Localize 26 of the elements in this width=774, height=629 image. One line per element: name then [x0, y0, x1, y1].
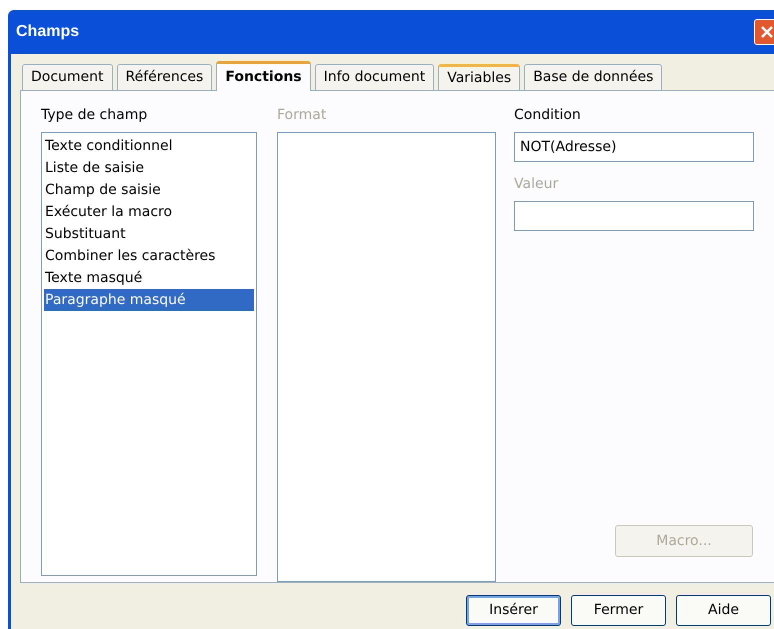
- condition-label: Condition: [514, 106, 582, 125]
- list-item[interactable]: Exécuter la macro: [44, 201, 254, 223]
- field-type-label: Type de champ: [41, 106, 148, 125]
- list-item[interactable]: Combiner les caractères: [44, 245, 254, 267]
- list-item[interactable]: Substituant: [44, 223, 254, 245]
- value-label: Valeur: [514, 175, 560, 194]
- tab[interactable]: Variables: [438, 64, 520, 90]
- condition-field[interactable]: NOT(Adresse): [514, 132, 754, 162]
- list-item[interactable]: Paragraphe masqué: [44, 289, 254, 311]
- tab[interactable]: Document: [22, 64, 113, 90]
- window-title: Champs: [16, 22, 80, 42]
- close-button[interactable]: [754, 19, 774, 45]
- dialog-button[interactable]: Insérer: [466, 595, 561, 626]
- dialog-button[interactable]: Fermer: [571, 595, 666, 626]
- list-item[interactable]: Liste de saisie: [44, 157, 254, 179]
- field-type-list[interactable]: Texte conditionnel Liste de saisie Champ de saisie Exécuter la macro Substituant Combiner les caractères Texte masqué Paragraphe masqué: [41, 132, 257, 576]
- tab[interactable]: Références: [116, 64, 212, 90]
- close-icon: [760, 25, 774, 39]
- list-item[interactable]: Texte masqué: [44, 267, 254, 289]
- tab[interactable]: Base de données: [524, 64, 662, 90]
- tab[interactable]: Info document: [314, 64, 434, 90]
- format-label: Format: [277, 106, 328, 125]
- list-item[interactable]: Texte conditionnel: [44, 135, 254, 157]
- list-item[interactable]: Champ de saisie: [44, 179, 254, 201]
- tab[interactable]: Fonctions: [216, 61, 311, 91]
- dialog-button[interactable]: Aide: [676, 595, 771, 626]
